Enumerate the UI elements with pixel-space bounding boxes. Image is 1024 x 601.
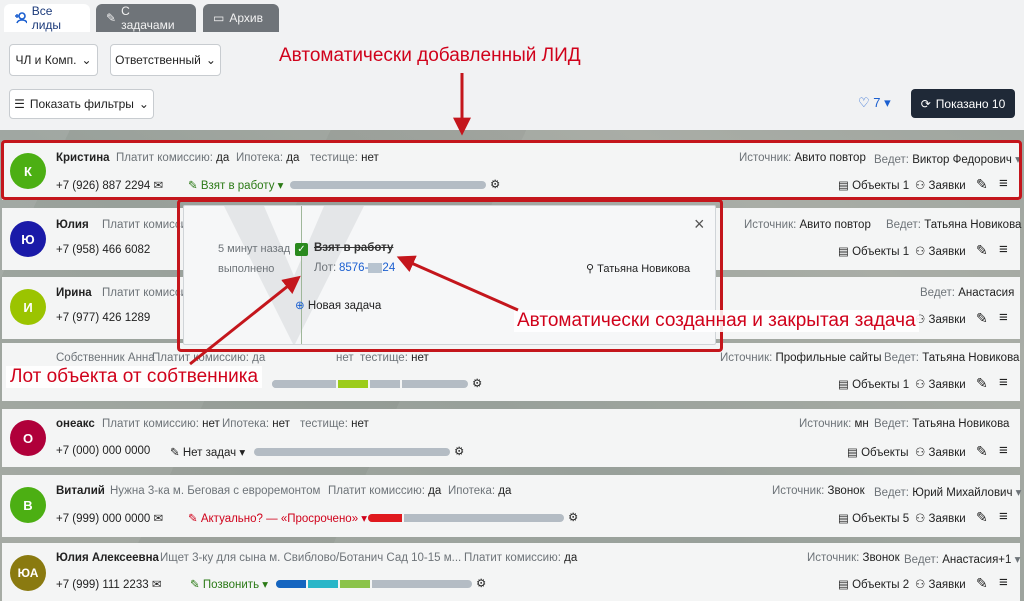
annotation-arrows xyxy=(189,73,519,366)
